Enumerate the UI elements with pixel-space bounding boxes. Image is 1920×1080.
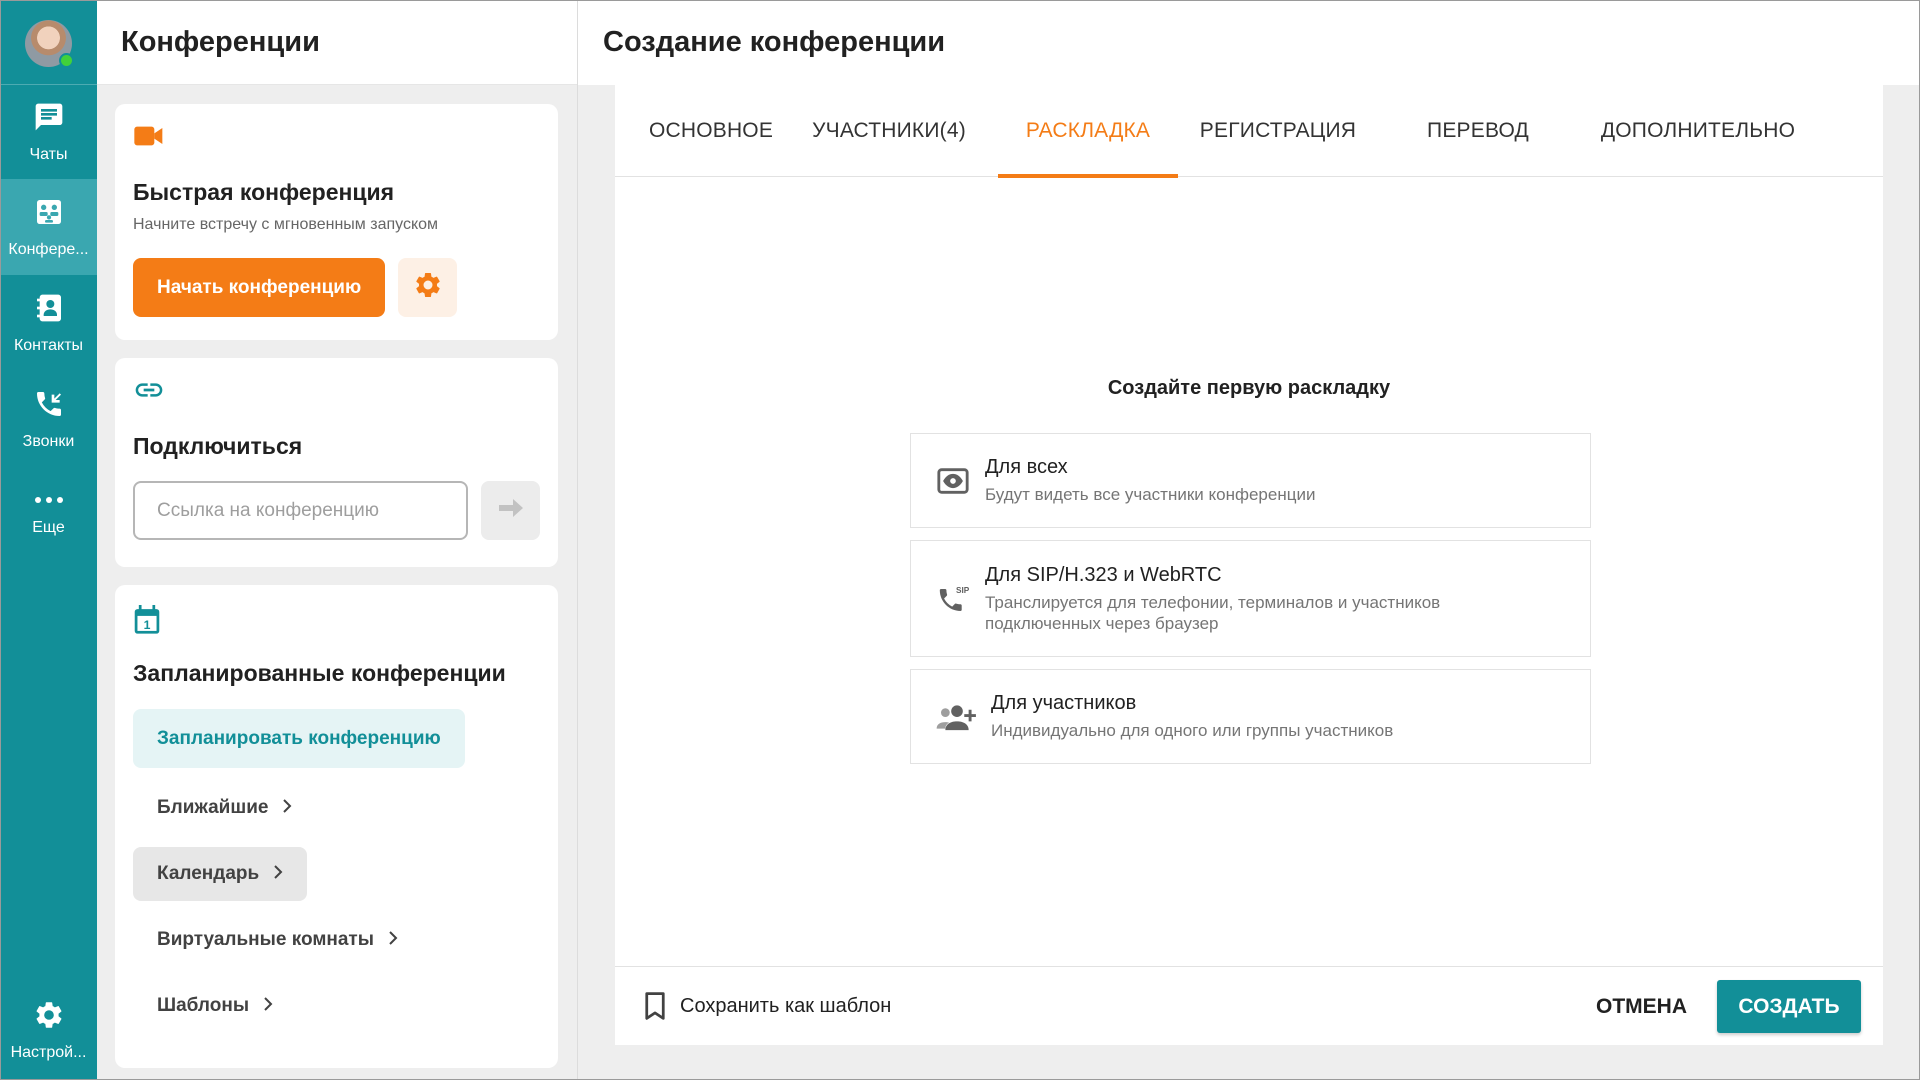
option-title: Для всех (985, 456, 1068, 478)
chevron-right-icon (282, 797, 292, 819)
join-title: Подключиться (133, 433, 303, 459)
tab-bar: ОСНОВНОЕ УЧАСТНИКИ(4) РАСКЛАДКА РЕГИСТРА… (615, 85, 1883, 178)
tab-layout-label: РАСКЛАДКА (1025, 119, 1151, 142)
save-as-template-label: Сохранить как шаблон (680, 994, 892, 1017)
virtual-rooms-link-label: Виртуальные комнаты (157, 929, 374, 950)
conferences-panel: Конференции Быстрая конференция Начните … (97, 0, 578, 1080)
option-title: Для участников (991, 692, 1137, 714)
active-tab-indicator (998, 174, 1178, 178)
option-subtitle: Индивидуально для одного или группы учас… (991, 721, 1394, 740)
svg-text:1: 1 (144, 618, 151, 632)
arrow-right-icon (497, 498, 525, 523)
sip-phone-icon: SIP (935, 581, 971, 617)
tab-layout[interactable]: РАСКЛАДКА (998, 85, 1178, 178)
upcoming-link-label: Ближайшие (157, 797, 269, 818)
rail-item-more[interactable]: Еще (0, 467, 97, 563)
conference-icon (33, 196, 65, 233)
templates-link[interactable]: Шаблоны (133, 979, 297, 1033)
gear-icon (413, 270, 443, 305)
rail-item-label: Настрой... (10, 1043, 87, 1061)
rail-item-chats[interactable]: Чаты (0, 85, 97, 179)
calendar-icon: 1 (133, 605, 540, 640)
option-subtitle: Будут видеть все участники конференции (985, 485, 1316, 504)
more-icon (33, 493, 65, 511)
layout-option-participants[interactable]: Для участников Индивидуально для одного … (910, 669, 1591, 764)
bookmark-icon (644, 992, 666, 1020)
layout-option-all[interactable]: Для всех Будут видеть все участники конф… (910, 433, 1591, 528)
create-conference-card: ОСНОВНОЕ УЧАСТНИКИ(4) РАСКЛАДКА РЕГИСТРА… (615, 85, 1883, 1045)
calendar-link[interactable]: Календарь (133, 847, 308, 901)
virtual-rooms-link[interactable]: Виртуальные комнаты (133, 913, 422, 967)
eye-screen-icon (935, 465, 971, 497)
rail-item-label: Конфере... (8, 240, 89, 258)
add-group-icon (935, 701, 979, 733)
quick-conference-subtitle: Начните встречу с мгновенным запуском (133, 216, 439, 233)
layout-option-sip[interactable]: SIP Для SIP/H.323 и WebRTC Транслируется… (910, 540, 1591, 657)
rail-item-label: Звонки (22, 432, 75, 450)
join-card: Подключиться Ссылка на конференцию (115, 358, 558, 567)
calendar-link-label: Календарь (157, 863, 260, 884)
rail-item-contacts[interactable]: Контакты (0, 275, 97, 371)
scheduled-card: 1 Запланированные конференции Запланиров… (115, 585, 558, 1068)
rail-item-settings[interactable]: Настрой... (0, 980, 97, 1080)
chevron-right-icon (263, 995, 273, 1017)
profile-area (0, 0, 97, 85)
create-button[interactable]: СОЗДАТЬ (1717, 980, 1861, 1033)
option-subtitle: Транслируется для телефонии, терминалов … (985, 592, 1441, 633)
quick-conference-title: Быстрая конференция (133, 179, 395, 205)
chevron-right-icon (273, 863, 283, 885)
quick-conference-card: Быстрая конференция Начните встречу с мг… (115, 104, 558, 340)
create-conference-panel: Создание конференции ОСНОВНОЕ УЧАСТНИКИ(… (578, 0, 1920, 1080)
conference-link-input[interactable]: Ссылка на конференцию (133, 481, 468, 540)
join-go-button[interactable] (481, 481, 540, 540)
chevron-right-icon (388, 929, 398, 951)
templates-link-label: Шаблоны (157, 995, 250, 1016)
form-footer: Сохранить как шаблон ОТМЕНА СОЗДАТЬ (615, 966, 1883, 1045)
tab-translation[interactable]: ПЕРЕВОД (1378, 85, 1578, 177)
calls-icon (33, 388, 65, 425)
rail-item-conferences[interactable]: Конфере... (0, 179, 97, 275)
contacts-icon (33, 292, 65, 329)
rail-item-label: Еще (32, 519, 65, 536)
save-as-template-toggle[interactable]: Сохранить как шаблон (644, 992, 891, 1020)
quick-settings-button[interactable] (398, 258, 458, 317)
svg-text:SIP: SIP (956, 586, 970, 595)
link-icon (133, 378, 540, 407)
tab-participants[interactable]: УЧАСТНИКИ(4) (789, 85, 989, 177)
cancel-button[interactable]: ОТМЕНА (1584, 967, 1699, 1046)
video-camera-icon (133, 124, 540, 153)
tab-registration[interactable]: РЕГИСТРАЦИЯ (1178, 85, 1378, 177)
nav-rail: Чаты Конфере... Контакты Звонки Еще Наст… (0, 0, 97, 1080)
rail-item-calls[interactable]: Звонки (0, 371, 97, 467)
tab-main[interactable]: ОСНОВНОЕ (633, 85, 789, 177)
scheduled-title: Запланированные конференции (133, 660, 506, 686)
upcoming-link[interactable]: Ближайшие (133, 781, 316, 835)
panel-title: Конференции (97, 0, 577, 85)
option-title: Для SIP/H.323 и WebRTC (985, 563, 1222, 586)
rail-item-label: Чаты (29, 145, 68, 163)
start-conference-button[interactable]: Начать конференцию (133, 258, 386, 317)
presence-indicator (59, 53, 74, 68)
gear-icon (33, 999, 65, 1036)
tab-additional[interactable]: ДОПОЛНИТЕЛЬНО (1578, 85, 1818, 177)
empty-layout-title: Создайте первую раскладку (1107, 377, 1391, 399)
page-title: Создание конференции (578, 0, 1920, 85)
schedule-conference-button[interactable]: Запланировать конференцию (133, 709, 465, 768)
rail-item-label: Контакты (13, 336, 84, 354)
chat-icon (33, 101, 65, 138)
